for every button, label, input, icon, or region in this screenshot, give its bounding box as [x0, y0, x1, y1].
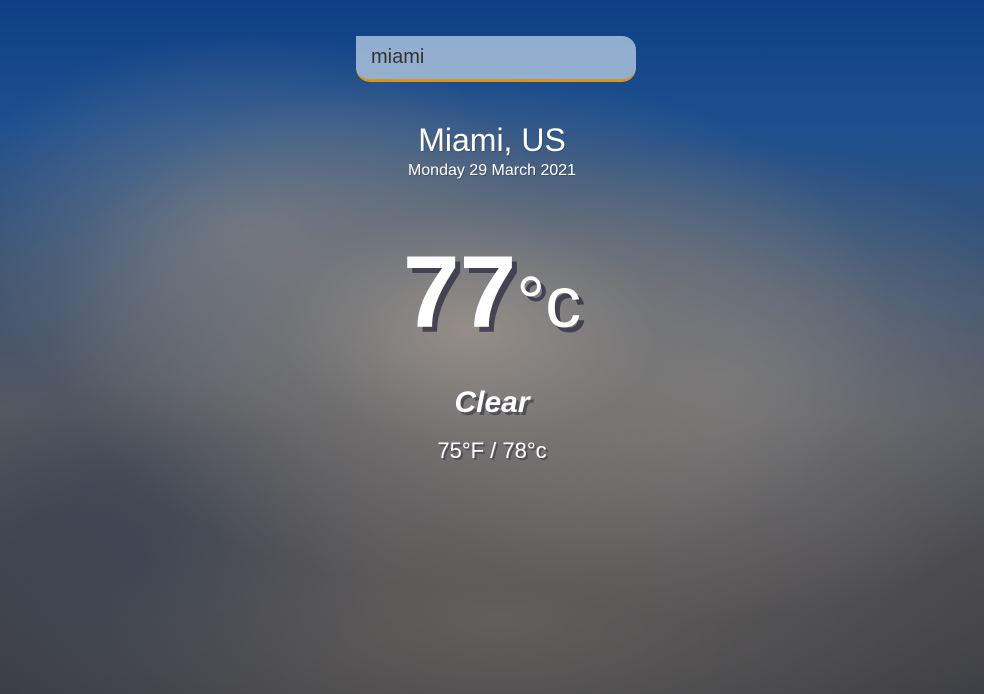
temperature-box: 77°c [0, 232, 984, 363]
temperature-value: 77 [402, 235, 517, 349]
temperature-unit: °c [516, 263, 582, 343]
current-date: Monday 29 March 2021 [407, 162, 577, 179]
temperature-display: 77°c [0, 232, 984, 363]
location-box: Miami, US Monday 29 March 2021 [0, 122, 984, 180]
hi-low-temperature: 75°F / 78°c [437, 438, 547, 463]
search-input[interactable] [356, 36, 636, 82]
city-name: Miami, US [418, 122, 566, 158]
search-box [356, 36, 636, 82]
weather-condition: Clear [454, 386, 530, 419]
